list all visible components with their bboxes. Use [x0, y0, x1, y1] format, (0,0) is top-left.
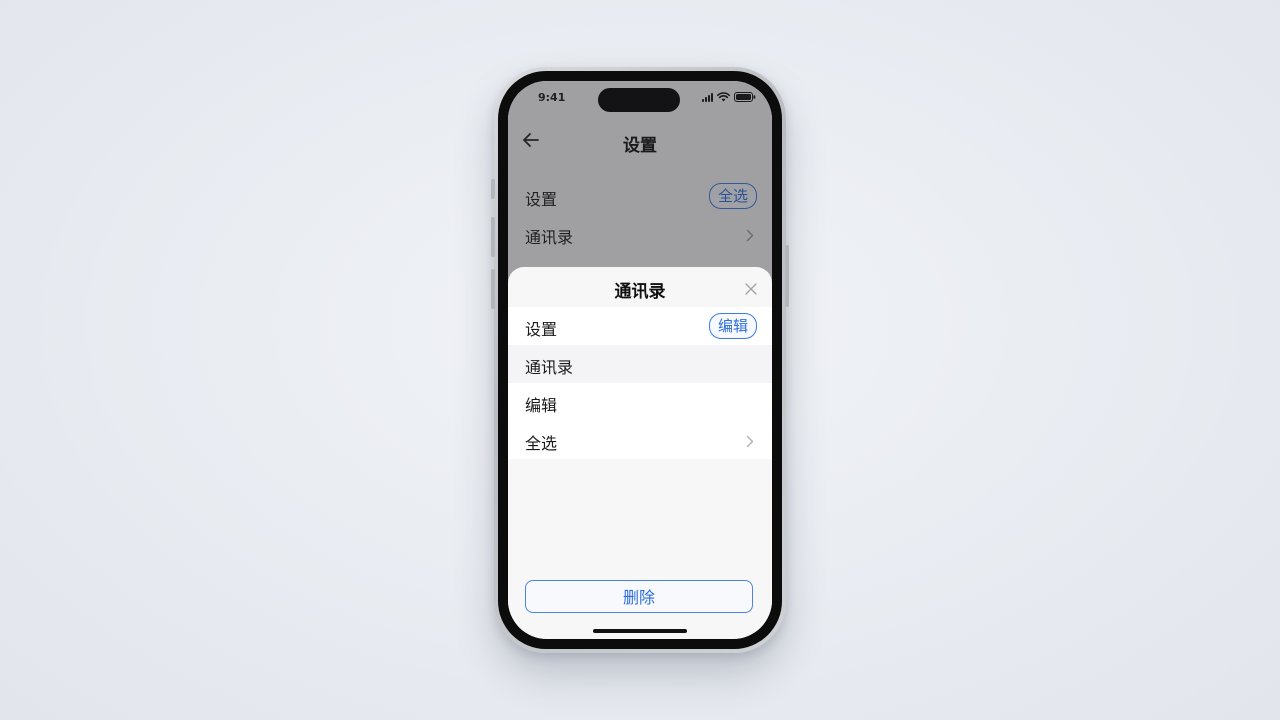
phone-screen: 9:41 设置 设置 全选 通讯录 通讯录 设置 编辑 通讯录 编辑 全选 删除 [508, 81, 772, 639]
sheet-row-label: 全选 [525, 434, 558, 453]
sheet-row-edit[interactable]: 编辑 [508, 383, 772, 421]
sheet-row-contacts[interactable]: 通讯录 [508, 345, 772, 383]
edit-button[interactable]: 编辑 [708, 313, 757, 339]
stage-background: 9:41 设置 设置 全选 通讯录 通讯录 设置 编辑 通讯录 编辑 全选 删除 [0, 0, 1280, 720]
phone-mockup: 9:41 设置 设置 全选 通讯录 通讯录 设置 编辑 通讯录 编辑 全选 删除 [491, 67, 789, 653]
sheet-row-label: 通讯录 [525, 358, 574, 377]
sheet-row-select-all[interactable]: 全选 [508, 421, 772, 459]
sheet-row-label: 编辑 [525, 396, 558, 415]
close-icon[interactable] [744, 281, 758, 295]
volume-up-button [491, 217, 495, 257]
volume-down-button [491, 269, 495, 309]
power-button [785, 245, 789, 307]
silent-switch [491, 179, 495, 199]
delete-button[interactable]: 删除 [525, 580, 753, 613]
sheet-row-label: 设置 [525, 320, 558, 339]
home-indicator[interactable] [593, 629, 687, 633]
sheet-title: 通讯录 [614, 282, 666, 302]
sheet-row-settings[interactable]: 设置 编辑 [508, 307, 772, 345]
chevron-right-icon [746, 433, 754, 452]
sheet-header: 通讯录 [508, 267, 772, 309]
bottom-sheet: 通讯录 设置 编辑 通讯录 编辑 全选 删除 [508, 267, 772, 639]
